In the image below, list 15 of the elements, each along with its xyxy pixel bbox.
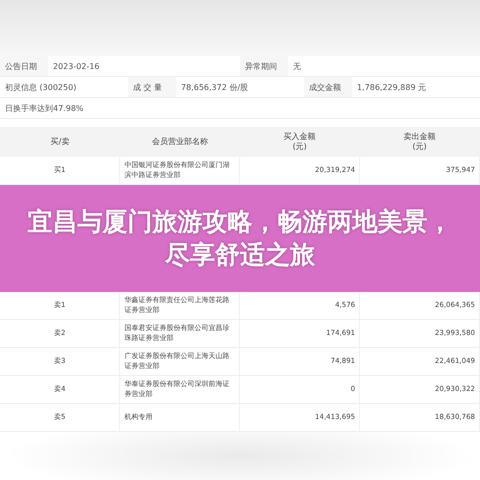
column-header: 会员营业部名称 xyxy=(120,127,240,157)
info-label: 成 交 量 xyxy=(128,77,176,97)
column-header: 买入金额 (元) xyxy=(240,127,360,157)
column-header: 买/卖 xyxy=(0,127,120,157)
info-value: 2023-02-16 xyxy=(52,60,100,72)
banner-title: 宜昌与厦门旅游攻略，畅游两地美景，尽享舒适之旅 xyxy=(26,206,454,270)
info-value: 78,656,372 份/股 xyxy=(180,82,250,94)
info-value: 初灵信息 (300250) xyxy=(4,82,78,94)
info-label: 成交金额 xyxy=(304,77,352,97)
info-value: 1,786,229,889 元 xyxy=(356,82,428,94)
info-value: 无 xyxy=(292,60,302,72)
info-label: 公告日期 xyxy=(0,56,48,76)
info-value: 日换手率达到47.98% xyxy=(4,102,85,114)
column-header: 卖出金额 (元) xyxy=(360,127,480,157)
info-label: 异常期间 xyxy=(240,56,288,76)
